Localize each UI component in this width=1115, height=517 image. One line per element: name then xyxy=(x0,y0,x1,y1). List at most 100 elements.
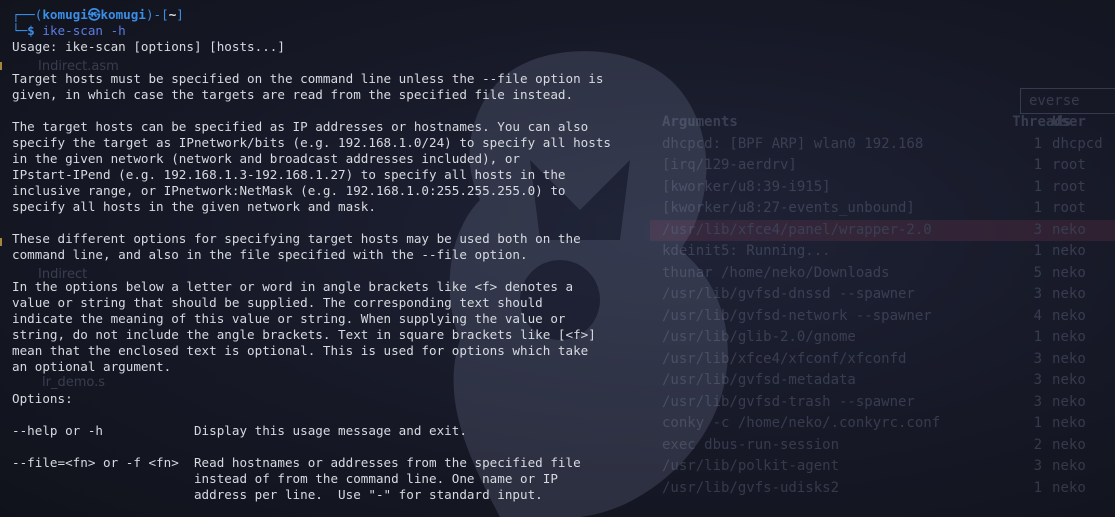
bg-cell-args: /usr/lib/xfce4/panel/wrapper-2.0 xyxy=(662,221,932,238)
bg-cell-args: [kworker/u8:39-i915] xyxy=(662,178,831,195)
bg-table-row: conky -c /home/neko/.conkyrc.conf 1 neko xyxy=(650,413,1115,435)
bg-cell-threads: 3 xyxy=(1033,286,1043,302)
bg-cell-user: neko xyxy=(1052,221,1086,238)
command-output: Usage: ike-scan [options] [hosts...] Targ… xyxy=(12,39,611,503)
bg-cell-threads: 1 xyxy=(1033,157,1043,173)
bg-cell-user: root xyxy=(1052,178,1086,195)
bg-table-row: [kworker/u8:27-events_unbound] 1 root xyxy=(650,198,1115,220)
bg-cell-user: root xyxy=(1052,157,1086,173)
prompt-dollar: $ xyxy=(27,23,35,38)
bg-table-row: /usr/lib/gvfsd-dnssd --spawner 3 neko xyxy=(650,284,1115,306)
bg-header-threads: Threads xyxy=(1012,114,1072,130)
bg-cell-user: root xyxy=(1052,200,1086,216)
left-edge-mark xyxy=(0,62,2,70)
prompt-corner-top: ┌──( xyxy=(12,7,43,22)
bg-cell-args: /usr/lib/gvfs-udisks2 xyxy=(662,479,840,496)
bg-table-row: /usr/lib/glib-2.0/gnome 1 neko xyxy=(650,327,1115,349)
bg-cell-args: dhcpcd: [BPF ARP] wlan0 192.168 xyxy=(662,135,924,152)
output-line: in the given network (network and broadc… xyxy=(12,151,520,166)
bg-table-row: [kworker/u8:39-i915] 1 root xyxy=(650,177,1115,199)
bg-table-header: Arguments Threads User xyxy=(650,112,1115,134)
output-line: These different options for specifying t… xyxy=(12,231,581,246)
bg-cell-threads: 1 xyxy=(1033,178,1043,195)
bg-header-args: Arguments xyxy=(662,114,738,130)
bg-cell-user: dhcpcd xyxy=(1052,135,1103,152)
bg-cell-user: neko xyxy=(1052,393,1086,410)
bg-cell-user: neko xyxy=(1052,479,1086,496)
bg-table-row: [irq/129-aerdrv] 1 root xyxy=(650,155,1115,177)
output-line: Options: xyxy=(12,391,73,406)
background-process-window: everse Arguments Threads User dhcpcd: [B… xyxy=(650,88,1115,517)
output-line: --file=<fn> or -f <fn> Read hostnames or… xyxy=(12,455,581,470)
bg-table-row: /usr/lib/gvfsd-metadata 3 neko xyxy=(650,370,1115,392)
output-line: specify the target as IPnetwork/bits (e.… xyxy=(12,135,611,150)
bg-cell-args: /usr/lib/gvfsd-dnssd --spawner xyxy=(662,286,915,302)
prompt-at-symbol: ㉿ xyxy=(87,7,101,22)
output-line: indicate the meaning of this value or st… xyxy=(12,311,566,326)
output-line: address per line. Use "-" for standard i… xyxy=(12,487,543,502)
prompt-corner-bottom: └─ xyxy=(12,23,28,38)
bg-cell-threads: 1 xyxy=(1033,200,1043,216)
bg-cell-user: neko xyxy=(1052,350,1086,367)
prompt-bracket-mid: )-[ xyxy=(145,7,169,22)
output-line: In the options below a letter or word in… xyxy=(12,279,574,294)
bg-cell-args: [kworker/u8:27-events_unbound] xyxy=(662,200,915,216)
bg-table-row: /usr/lib/xfce4/xfconf/xfconfd 3 neko xyxy=(650,349,1115,371)
bg-cell-threads: 1 xyxy=(1033,243,1043,259)
output-line: --help or -h Display this usage message … xyxy=(12,423,467,438)
bg-cell-args: /usr/lib/xfce4/xfconf/xfconfd xyxy=(662,350,907,367)
prompt-line-top: ┌──(komugi㉿komugi)-[~] xyxy=(12,7,611,23)
output-line: IPstart-IPend (e.g. 192.168.1.3-192.168.… xyxy=(12,167,566,182)
bg-cell-threads: 3 xyxy=(1033,221,1043,238)
bg-cell-args: /usr/lib/polkit-agent xyxy=(662,458,840,474)
bg-cell-args: kdeinit5: Running... xyxy=(662,243,831,259)
prompt-line-bottom: └─$ ike-scan -h xyxy=(12,23,611,39)
bg-cell-args: /usr/lib/gvfsd-metadata xyxy=(662,372,856,388)
bg-table-row: /usr/lib/gvfsd-trash --spawner 3 neko xyxy=(650,392,1115,414)
bg-cell-user: neko xyxy=(1052,372,1086,388)
output-line: mean that the enclosed text is optional.… xyxy=(12,343,589,358)
bg-cell-args: /usr/lib/gvfsd-trash --spawner xyxy=(662,393,915,410)
bg-cell-args: thunar /home/neko/Downloads xyxy=(662,264,890,281)
bg-cell-threads: 2 xyxy=(1033,436,1043,453)
bg-cell-threads: 3 xyxy=(1033,372,1043,388)
output-line: an optional argument. xyxy=(12,359,172,374)
output-line: Target hosts must be specified on the co… xyxy=(12,71,604,86)
terminal-window[interactable]: Indirect.asm Indirect lr_demo.s everse A… xyxy=(0,0,1115,517)
bg-table-row: /usr/lib/xfce4/panel/wrapper-2.0 3 neko xyxy=(650,219,1115,241)
output-line: inclusive range, or IPnetwork:NetMask (e… xyxy=(12,183,566,198)
bg-table-row: /usr/lib/gvfs-udisks2 1 neko xyxy=(650,478,1115,500)
bg-cell-user: neko xyxy=(1052,264,1086,281)
bg-cell-threads: 4 xyxy=(1033,307,1043,324)
left-edge-mark xyxy=(0,238,2,246)
bg-cell-user: neko xyxy=(1052,436,1086,453)
output-line: The target hosts can be specified as IP … xyxy=(12,119,589,134)
bg-search-field: everse xyxy=(1020,88,1115,114)
bg-cell-user: neko xyxy=(1052,243,1086,259)
prompt-host: komugi xyxy=(100,7,146,22)
bg-header-user: User xyxy=(1052,114,1086,130)
bg-cell-args: /usr/lib/gvfsd-network --spawner xyxy=(662,307,932,324)
bg-cell-threads: 3 xyxy=(1033,350,1043,367)
output-line: command line, and also in the file speci… xyxy=(12,247,528,262)
bg-table-row: kdeinit5: Running... 1 neko xyxy=(650,241,1115,263)
bg-cell-user: neko xyxy=(1052,286,1086,302)
bg-cell-args: [irq/129-aerdrv] xyxy=(662,157,797,173)
bg-cell-threads: 1 xyxy=(1033,479,1043,496)
bg-cell-threads: 3 xyxy=(1033,458,1043,474)
output-line: specify all hosts in the given network a… xyxy=(12,199,376,214)
bg-table-row: dhcpcd: [BPF ARP] wlan0 192.168 1 dhcpcd xyxy=(650,134,1115,156)
bg-cell-args: /usr/lib/glib-2.0/gnome xyxy=(662,329,856,345)
terminal-output[interactable]: ┌──(komugi㉿komugi)-[~] └─$ ike-scan -h U… xyxy=(12,7,611,503)
bg-cell-threads: 1 xyxy=(1033,415,1043,431)
bg-cell-user: neko xyxy=(1052,415,1086,431)
bg-table-row: thunar /home/neko/Downloads 5 neko xyxy=(650,263,1115,285)
bg-cell-args: conky -c /home/neko/.conkyrc.conf xyxy=(662,415,941,431)
output-line: given, in which case the targets are rea… xyxy=(12,87,574,102)
